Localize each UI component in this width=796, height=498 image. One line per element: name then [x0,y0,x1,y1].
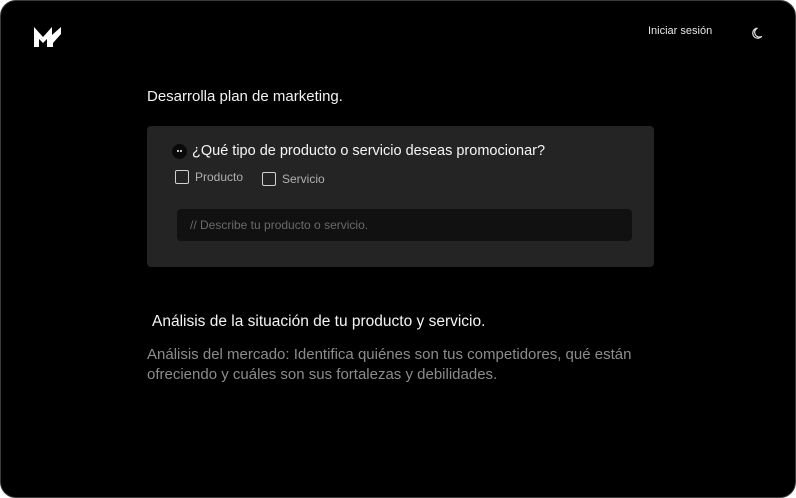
option-servicio[interactable]: Servicio [262,172,325,186]
option-label: Producto [195,170,244,184]
moon-icon[interactable] [752,26,766,40]
page-title: Desarrolla plan de marketing. [147,88,343,105]
analysis-body: Análisis del mercado: Identifica quiénes… [147,346,632,383]
option-label: Servicio [282,172,325,186]
question-row: ¿Qué tipo de producto o servicio deseas … [172,143,545,159]
servicio-checkbox[interactable] [262,172,276,186]
product-type-options: Producto Servicio [175,170,475,190]
analysis-heading: Análisis de la situación de tu producto … [152,313,486,330]
describe-product-input[interactable] [177,209,632,241]
login-link[interactable]: Iniciar sesión [648,25,712,37]
bot-face-icon [172,143,187,159]
option-producto[interactable]: Producto [175,170,243,184]
question-text: ¿Qué tipo de producto o servicio deseas … [192,143,546,159]
question-card: ¿Qué tipo de producto o servicio deseas … [147,126,654,267]
mm-logo-icon[interactable] [33,25,64,49]
app-window: Iniciar sesión Desarrolla plan de market… [0,0,796,498]
producto-checkbox[interactable] [175,170,189,184]
